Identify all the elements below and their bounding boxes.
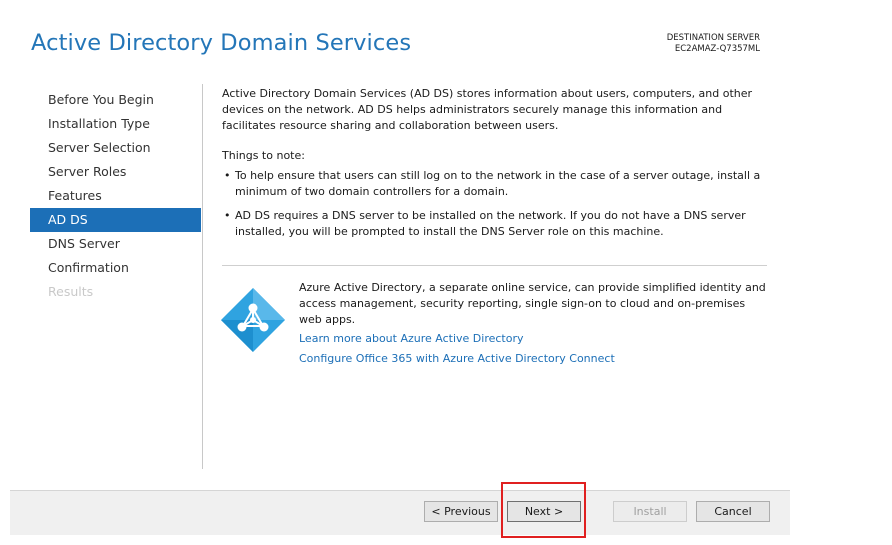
nav-item-results: Results [48,284,94,299]
nav-item-server-selection[interactable]: Server Selection [30,136,201,160]
notes-list: To help ensure that users can still log … [222,168,770,240]
azure-promo: Azure Active Directory, a separate onlin… [299,280,769,367]
nav-item-confirmation[interactable]: Confirmation [30,256,201,280]
nav-divider [202,84,203,469]
notes-heading: Things to note: [222,149,305,162]
wizard-window: Active Directory Domain Services DESTINA… [10,10,790,538]
wizard-footer: < Previous Next > Install Cancel [10,490,790,535]
note-item: To help ensure that users can still log … [222,168,770,200]
next-button-highlight [501,482,586,538]
nav-item-installation-type[interactable]: Installation Type [30,112,201,136]
nav-item-server-roles[interactable]: Server Roles [30,160,201,184]
nav-item-dns-server[interactable]: DNS Server [30,232,201,256]
nav-item-before-you-begin[interactable]: Before You Begin [30,88,201,112]
nav-item-features[interactable]: Features [30,184,201,208]
destination-server: DESTINATION SERVER EC2AMAZ-Q7357ML [667,33,760,55]
note-item: AD DS requires a DNS server to be instal… [222,208,770,240]
configure-office365-link[interactable]: Configure Office 365 with Azure Active D… [299,351,769,367]
azure-description: Azure Active Directory, a separate onlin… [299,281,766,326]
learn-more-azure-link[interactable]: Learn more about Azure Active Directory [299,331,769,347]
content-pane: Active Directory Domain Services (AD DS)… [222,86,770,248]
destination-server-label: DESTINATION SERVER [666,33,760,43]
destination-server-name: EC2AMAZ-Q7357ML [674,44,760,54]
cancel-button[interactable]: Cancel [696,501,770,522]
azure-ad-diamond-icon [221,288,285,352]
intro-text: Active Directory Domain Services (AD DS)… [222,87,753,132]
section-divider [222,265,767,266]
install-button: Install [613,501,687,522]
page-title: Active Directory Domain Services [31,30,412,56]
wizard-nav: Before You Begin Installation Type Serve… [30,88,201,304]
nav-item-ad-ds[interactable]: AD DS [30,208,201,232]
previous-button[interactable]: < Previous [424,501,498,522]
